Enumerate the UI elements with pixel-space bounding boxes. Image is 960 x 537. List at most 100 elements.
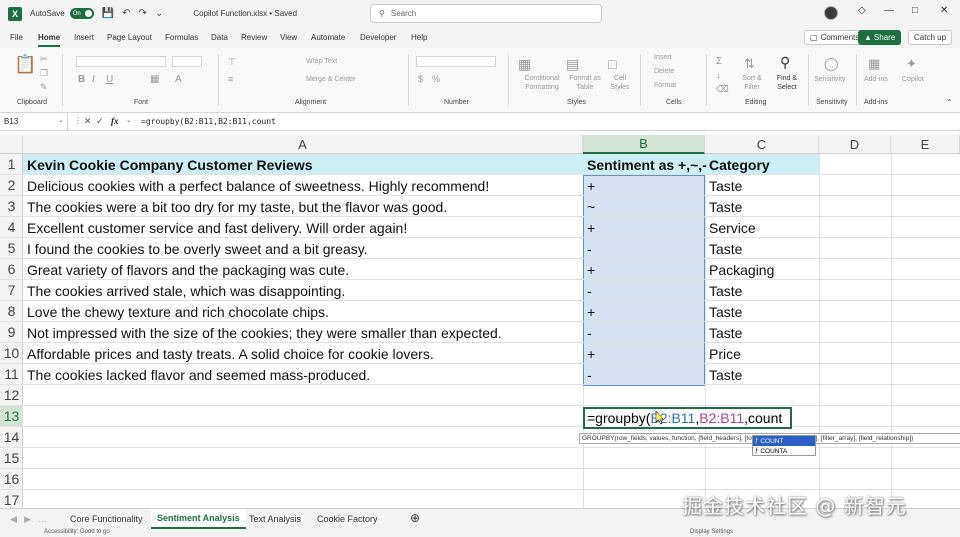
sensitivity-button-label[interactable]: Sensitivity [814, 76, 846, 83]
tab-developer[interactable]: Developer [360, 33, 396, 42]
sheet-tab-core-functionality[interactable]: Core Functionality [70, 514, 143, 524]
sheet-tab-cookie-factory[interactable]: Cookie Factory [317, 514, 378, 524]
row-header[interactable]: 11 [0, 364, 23, 385]
row-header[interactable]: 3 [0, 196, 23, 217]
paste-icon[interactable]: 📋 [14, 54, 36, 75]
row-header[interactable]: 9 [0, 322, 23, 343]
insert-cells-label[interactable]: Insert [654, 54, 672, 61]
accessibility-status[interactable]: Accessibility: Good to go [44, 529, 110, 535]
minimize-icon[interactable]: — [884, 5, 894, 16]
undo-icon[interactable]: ↶ [122, 8, 130, 19]
save-icon[interactable]: 💾 [102, 8, 114, 19]
addins-icon[interactable]: ▦ [868, 56, 880, 72]
cell-c1[interactable]: Category [705, 154, 770, 175]
row-header[interactable]: 15 [0, 448, 23, 469]
tab-review[interactable]: Review [241, 33, 267, 42]
file-title[interactable]: Copilot Function.xlsx • Saved [193, 9, 297, 18]
row-header-selected[interactable]: 13 [0, 406, 23, 427]
review-cell[interactable]: The cookies were a bit too dry for my ta… [23, 196, 447, 217]
catch-up-button[interactable]: Catch up [908, 30, 953, 45]
row-header[interactable]: 16 [0, 469, 23, 490]
close-icon[interactable]: ✕ [940, 5, 948, 16]
confirm-entry-icon[interactable]: ✓ [96, 116, 104, 127]
fx-dropdown-icon[interactable]: ⌄ [126, 116, 132, 124]
tab-view[interactable]: View [280, 33, 297, 42]
wrap-text-label[interactable]: Wrap Text [306, 58, 337, 65]
column-header-d[interactable]: D [819, 135, 891, 154]
find-select-icon[interactable]: ⚲ [780, 54, 790, 71]
autocomplete-item[interactable]: ƒ COUNTA [753, 446, 815, 456]
conditional-formatting-label[interactable]: Conditional Formatting [518, 74, 566, 92]
merge-center-label[interactable]: Merge & Center [306, 76, 355, 83]
italic-icon[interactable]: I [92, 74, 95, 85]
tab-data[interactable]: Data [211, 33, 228, 42]
review-cell[interactable]: Excellent customer service and fast deli… [23, 217, 407, 238]
category-cell[interactable]: Taste [705, 322, 742, 343]
tab-formulas[interactable]: Formulas [165, 33, 198, 42]
cancel-entry-icon[interactable]: ✕ [84, 116, 92, 127]
fill-icon[interactable]: ↓ [716, 70, 721, 80]
sentiment-cell[interactable]: + [583, 217, 595, 238]
customize-toolbar-icon[interactable]: ⌄ [155, 8, 163, 19]
row-header[interactable]: 6 [0, 259, 23, 280]
format-as-table-icon[interactable]: ▤ [566, 56, 579, 73]
user-avatar[interactable] [824, 6, 838, 20]
sheet-tab-sentiment-analysis[interactable]: Sentiment Analysis [151, 509, 246, 529]
row-header[interactable]: 5 [0, 238, 23, 259]
cell-styles-icon[interactable]: □ [608, 56, 616, 72]
diamond-icon[interactable]: ◇ [858, 5, 866, 16]
sentiment-cell[interactable]: ~ [583, 196, 595, 217]
active-cell-editor-b13[interactable]: =groupby(B2:B11, B2:B11 ,count [583, 407, 792, 429]
review-cell[interactable]: Affordable prices and tasty treats. A so… [23, 343, 434, 364]
underline-icon[interactable]: U [106, 74, 113, 85]
sentiment-cell[interactable]: + [583, 343, 595, 364]
sentiment-cell[interactable]: - [583, 322, 592, 343]
display-settings[interactable]: Display Settings [690, 529, 733, 535]
category-cell[interactable]: Taste [705, 175, 742, 196]
select-all-corner[interactable] [0, 135, 23, 154]
align-top-icon[interactable]: ⊤ [228, 57, 236, 68]
copilot-icon[interactable]: ✦ [906, 56, 917, 72]
autosave-toggle[interactable]: On [69, 8, 94, 19]
sort-filter-icon[interactable]: ⇅ [744, 56, 755, 72]
category-cell[interactable]: Taste [705, 364, 742, 385]
sentiment-cell[interactable]: + [583, 259, 595, 280]
font-family-select[interactable] [76, 56, 166, 67]
sheet-tab-text-analysis[interactable]: Text Analysis [249, 514, 301, 524]
category-cell[interactable]: Taste [705, 196, 742, 217]
formula-text[interactable]: =groupby(B2:B11,B2:B11,count [141, 117, 276, 126]
add-sheet-icon[interactable]: ⊕ [410, 511, 420, 525]
copy-icon[interactable]: ❐ [40, 68, 48, 79]
review-cell[interactable]: Great variety of flavors and the packagi… [23, 259, 349, 280]
review-cell[interactable]: Love the chewy texture and rich chocolat… [23, 301, 329, 322]
share-button[interactable]: ▲ Share [858, 30, 902, 45]
worksheet-grid[interactable]: Kevin Cookie Company Customer Reviews Se… [23, 154, 960, 512]
clear-icon[interactable]: ⌫ [716, 84, 729, 95]
column-header-c[interactable]: C [705, 135, 819, 154]
category-cell[interactable]: Taste [705, 301, 742, 322]
cell-styles-label[interactable]: Cell Styles [608, 74, 632, 92]
search-box[interactable]: ⚲ Search [370, 4, 602, 23]
review-cell[interactable]: Delicious cookies with a perfect balance… [23, 175, 489, 196]
tab-help[interactable]: Help [411, 33, 427, 42]
collapse-ribbon-icon[interactable]: ⌃ [946, 98, 953, 107]
review-cell[interactable]: The cookies lacked flavor and seemed mas… [23, 364, 370, 385]
cut-icon[interactable]: ✂ [40, 54, 48, 65]
review-cell[interactable]: Not impressed with the size of the cooki… [23, 322, 502, 343]
more-sheets-icon[interactable]: … [38, 514, 47, 524]
format-as-table-label[interactable]: Format as Table [566, 74, 604, 92]
category-cell[interactable]: Service [705, 217, 756, 238]
scroll-left-icon[interactable]: ◀ [10, 514, 17, 525]
cell-b1[interactable]: Sentiment as +,~,- [583, 154, 707, 175]
fill-color-icon[interactable]: ▦ [150, 74, 159, 85]
find-select-label[interactable]: Find & Select [772, 74, 802, 92]
name-box-dropdown-icon[interactable]: ⌄ [58, 116, 64, 124]
category-cell[interactable]: Packaging [705, 259, 774, 280]
delete-cells-label[interactable]: Delete [654, 68, 674, 75]
sentiment-cell[interactable]: + [583, 301, 595, 322]
row-header[interactable]: 14 [0, 427, 23, 448]
tab-insert[interactable]: Insert [74, 33, 94, 42]
category-cell[interactable]: Taste [705, 238, 742, 259]
format-cells-label[interactable]: Format [654, 82, 676, 89]
row-header[interactable]: 7 [0, 280, 23, 301]
